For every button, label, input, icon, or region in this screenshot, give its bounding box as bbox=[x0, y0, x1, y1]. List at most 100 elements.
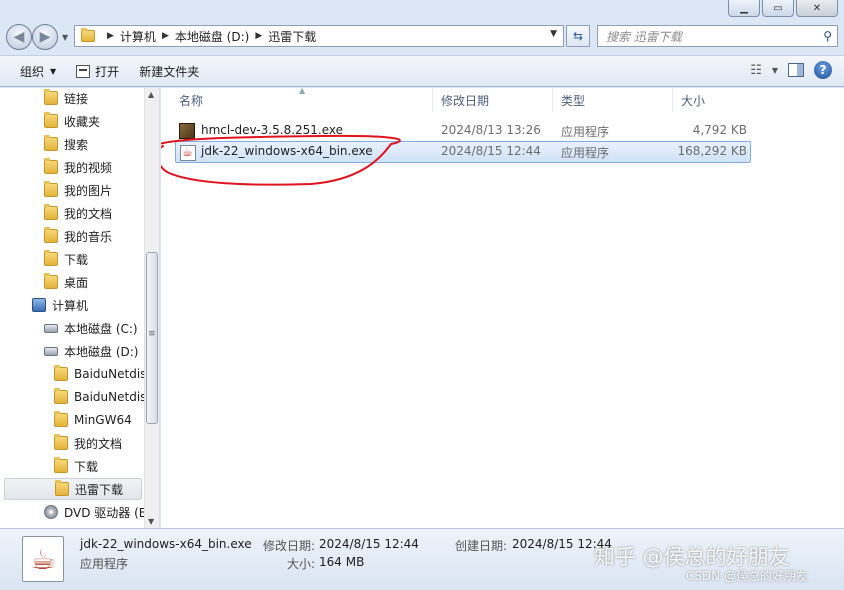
address-bar[interactable]: ▶ 计算机 ▶ 本地磁盘 (D:) ▶ 迅雷下载 ▼ bbox=[74, 25, 564, 47]
back-button[interactable]: ◀ bbox=[6, 24, 32, 50]
nav-item[interactable]: 计算机 bbox=[0, 294, 144, 316]
nav-item-label: 下载 bbox=[74, 459, 99, 474]
folder-icon bbox=[54, 411, 68, 427]
new-folder-button[interactable]: 新建文件夹 bbox=[129, 58, 209, 84]
file-modified: 2024/8/13 13:26 bbox=[441, 123, 541, 137]
folder-icon bbox=[44, 112, 58, 128]
folder-icon bbox=[44, 89, 58, 105]
details-file-kind: 应用程序 bbox=[80, 557, 129, 571]
file-name: hmcl-dev-3.5.8.251.exe bbox=[201, 123, 344, 137]
nav-item-label: 链接 bbox=[64, 91, 89, 106]
details-created-label: 创建日期: bbox=[455, 539, 508, 553]
file-type: 应用程序 bbox=[561, 146, 610, 160]
nav-item[interactable]: 迅雷下载 bbox=[4, 478, 142, 500]
file-size: 4,792 KB bbox=[692, 123, 747, 137]
close-button[interactable]: ✕ bbox=[796, 0, 838, 17]
nav-item-label: 我的文档 bbox=[64, 206, 113, 221]
refresh-icon: ⇆ bbox=[572, 29, 584, 43]
folder-icon bbox=[44, 250, 58, 266]
nav-item[interactable]: 我的音乐 bbox=[0, 225, 144, 247]
nav-item-label: 搜索 bbox=[64, 137, 89, 152]
file-modified: 2024/8/15 12:44 bbox=[441, 144, 541, 158]
folder-icon bbox=[44, 273, 58, 289]
arrow-right-icon: ▶ bbox=[39, 29, 51, 45]
breadcrumb-drive-d[interactable]: 本地磁盘 (D:) bbox=[175, 28, 249, 45]
nav-item[interactable]: 我的图片 bbox=[0, 179, 144, 201]
nav-scrollbar[interactable]: ▲ ▼ bbox=[144, 88, 159, 528]
nav-item-label: 我的视频 bbox=[64, 160, 113, 175]
column-header-modified[interactable]: 修改日期 bbox=[433, 88, 553, 112]
column-header-type[interactable]: 类型 bbox=[553, 88, 673, 112]
details-modified-value: 2024/8/15 12:44 bbox=[319, 537, 419, 551]
scroll-thumb[interactable] bbox=[146, 252, 158, 424]
refresh-button[interactable]: ⇆ bbox=[566, 25, 590, 47]
scroll-down-icon[interactable]: ▼ bbox=[148, 517, 154, 526]
folder-icon bbox=[81, 28, 95, 42]
search-placeholder: 搜索 迅雷下载 bbox=[606, 29, 682, 44]
details-size-label: 大小: bbox=[287, 557, 316, 571]
column-header-size[interactable]: 大小 bbox=[673, 88, 753, 112]
nav-item-label: 本地磁盘 (C:) bbox=[64, 321, 138, 336]
details-modified-label: 修改日期: bbox=[263, 539, 316, 553]
folder-icon bbox=[44, 158, 58, 174]
nav-item[interactable]: BaiduNetdis bbox=[0, 386, 146, 408]
preview-pane-icon[interactable] bbox=[788, 63, 804, 77]
search-icon[interactable]: ⚲ bbox=[823, 29, 832, 43]
nav-item[interactable]: 下载 bbox=[0, 248, 144, 270]
nav-item[interactable]: 桌面 bbox=[0, 271, 144, 293]
csdn-watermark: CSDN @侯总的好朋友 bbox=[686, 569, 809, 583]
file-row[interactable]: hmcl-dev-3.5.8.251.exe 2024/8/13 13:26 应… bbox=[175, 120, 751, 142]
nav-item[interactable]: BaiduNetdis bbox=[0, 363, 147, 385]
search-input[interactable]: 搜索 迅雷下载 ⚲ bbox=[597, 25, 838, 47]
open-button[interactable]: 打开 bbox=[66, 58, 129, 84]
breadcrumb-separator-icon[interactable]: ▶ bbox=[162, 31, 169, 41]
open-label: 打开 bbox=[95, 64, 120, 79]
nav-item-label: 我的图片 bbox=[64, 183, 113, 198]
organize-button[interactable]: 组织 ▼ bbox=[10, 58, 66, 84]
nav-item[interactable]: 收藏夹 bbox=[0, 110, 144, 132]
chevron-down-icon: ▼ bbox=[50, 66, 57, 76]
toolbar-right: ☷ ▼ ? bbox=[750, 61, 832, 79]
nav-item[interactable]: 本地磁盘 (D:) bbox=[0, 340, 144, 362]
nav-item[interactable]: 本地磁盘 (C:) bbox=[0, 317, 144, 339]
nav-item-label: DVD 驱动器 (E bbox=[64, 505, 147, 520]
nav-item[interactable]: 我的视频 bbox=[0, 156, 144, 178]
change-view-icon[interactable]: ☷ bbox=[750, 63, 762, 78]
nav-item[interactable]: 搜索 bbox=[0, 133, 144, 155]
forward-button[interactable]: ▶ bbox=[32, 24, 58, 50]
breadcrumb-separator-icon[interactable]: ▶ bbox=[255, 31, 262, 41]
nav-item-label: 桌面 bbox=[64, 275, 89, 290]
help-icon[interactable]: ? bbox=[814, 61, 832, 79]
nav-item[interactable]: 我的文档 bbox=[0, 202, 144, 224]
file-name: jdk-22_windows-x64_bin.exe bbox=[201, 144, 373, 158]
nav-item[interactable]: 我的文档 bbox=[0, 432, 144, 454]
nav-item-label: 迅雷下载 bbox=[75, 482, 124, 497]
file-row-selected[interactable]: jdk-22_windows-x64_bin.exe 2024/8/15 12:… bbox=[175, 141, 751, 163]
computer-icon bbox=[32, 298, 46, 312]
nav-item[interactable]: 链接 bbox=[0, 88, 144, 109]
nav-item[interactable]: DVD 驱动器 (E bbox=[0, 501, 147, 523]
folder-icon bbox=[44, 181, 58, 197]
folder-icon bbox=[44, 204, 58, 220]
chevron-down-icon[interactable]: ▼ bbox=[772, 66, 778, 75]
new-folder-label: 新建文件夹 bbox=[139, 64, 200, 79]
nav-item[interactable]: MinGW64 bbox=[0, 409, 144, 431]
details-pane: ☕ jdk-22_windows-x64_bin.exe 应用程序 修改日期: … bbox=[0, 528, 844, 590]
breadcrumb-current-folder[interactable]: 迅雷下载 bbox=[268, 28, 316, 45]
recent-pages-dropdown[interactable]: ▼ bbox=[62, 33, 68, 42]
maximize-button[interactable]: ▭ bbox=[762, 0, 794, 17]
column-header-name[interactable]: 名称 bbox=[171, 88, 433, 112]
folder-icon bbox=[55, 480, 69, 496]
folder-icon bbox=[44, 135, 58, 151]
nav-item[interactable]: 下载 bbox=[0, 455, 144, 477]
breadcrumb-computer[interactable]: 计算机 bbox=[120, 28, 156, 45]
dvd-icon bbox=[44, 505, 58, 519]
scroll-up-icon[interactable]: ▲ bbox=[148, 90, 154, 99]
file-type: 应用程序 bbox=[561, 125, 610, 139]
java-icon: ☕ bbox=[22, 536, 64, 582]
address-history-dropdown[interactable]: ▼ bbox=[550, 29, 557, 39]
nav-item-label: BaiduNetdis bbox=[74, 367, 147, 381]
minimize-button[interactable]: ▁ bbox=[728, 0, 760, 17]
breadcrumb-separator-icon[interactable]: ▶ bbox=[107, 31, 114, 41]
hmcl-icon bbox=[179, 123, 195, 139]
